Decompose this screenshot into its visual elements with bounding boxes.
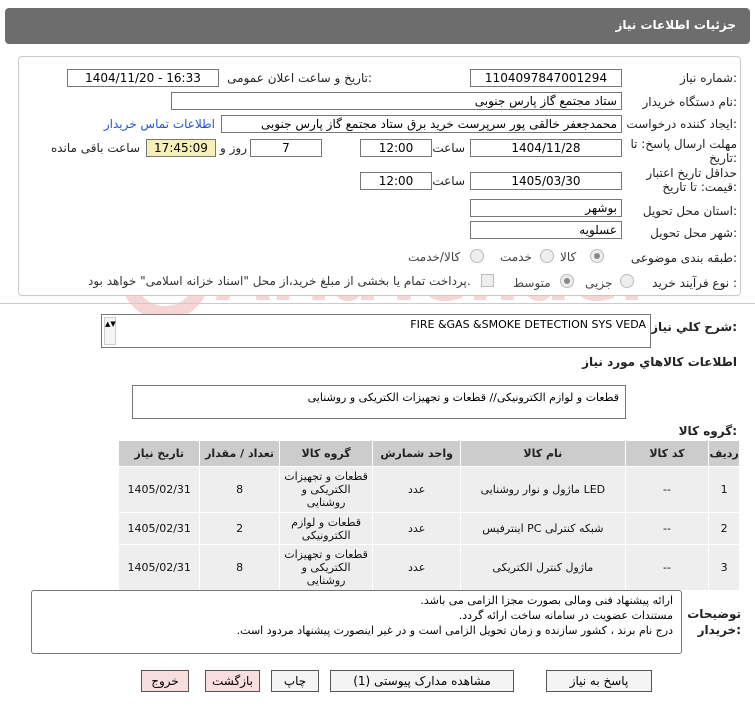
buyer-org-label: نام دستگاه خریدار: xyxy=(642,95,738,109)
notes-label: توضیحات خریدار: xyxy=(687,607,741,637)
cell-date: 1405/02/31 xyxy=(117,512,201,545)
process-radio-minor[interactable] xyxy=(620,274,634,288)
cell-name: ماژول کنترل الکتریکی xyxy=(459,544,626,591)
category-radio-service[interactable] xyxy=(540,249,554,263)
validity-label: حداقل تاریخ اعتبار قیمت: تا تاریخ: xyxy=(646,166,737,194)
cell-unit: عدد xyxy=(372,466,461,513)
category-both-label: کالا/خدمت xyxy=(408,250,461,264)
summary-scroll-icon[interactable]: ▲▼ xyxy=(104,317,116,345)
category-goods-label: کالا xyxy=(560,250,577,264)
section-divider xyxy=(0,303,755,304)
reply-button[interactable]: پاسخ به نیاز xyxy=(546,670,652,692)
cell-group: قطعات و لوازم الکترونیکی xyxy=(278,512,374,545)
cell-index: 3 xyxy=(708,544,740,591)
col-qty: تعداد / مقدار xyxy=(199,440,280,467)
cell-group: قطعات و تجهیزات الکتریکی و روشنایی xyxy=(278,466,374,513)
col-code: کد کالا xyxy=(624,440,710,467)
process-radio-medium[interactable] xyxy=(560,274,574,288)
buyer-org-field: ستاد مجتمع گاز پارس جنوبی xyxy=(171,92,622,110)
contact-buyer-link[interactable]: اطلاعات تماس خریدار xyxy=(104,117,215,131)
announce-label: تاریخ و ساعت اعلان عمومی: xyxy=(227,71,372,85)
cell-qty: 8 xyxy=(199,544,280,591)
deadline-time-field: 12:00 xyxy=(360,139,432,157)
col-group: گروه کالا xyxy=(278,440,374,467)
cell-name: ماژول و نوار روشنایی LED xyxy=(459,466,626,513)
cell-qty: 2 xyxy=(199,512,280,545)
process-label: نوع فرآیند خرید : xyxy=(652,276,737,290)
treasury-checkbox[interactable] xyxy=(481,274,494,287)
notes-line: مستندات عضویت در سامانه ساخت ارائه گردد. xyxy=(458,609,673,622)
cell-name: اینترفیس PC شبکه کنترلی xyxy=(459,512,626,545)
print-button[interactable]: چاپ xyxy=(271,670,319,692)
process-medium-label: متوسط xyxy=(513,276,551,290)
col-date: تاریخ نیاز xyxy=(117,440,201,467)
table-row: 1405/02/31 2 قطعات و لوازم الکترونیکی عد… xyxy=(117,512,740,545)
cell-date: 1405/02/31 xyxy=(117,544,201,591)
cell-code: -- xyxy=(624,466,710,513)
notes-line: درج نام برند ، کشور سازنده و زمان تحویل … xyxy=(236,624,673,637)
need-number-field: 1104097847001294 xyxy=(470,69,622,87)
validity-date-field: 1405/03/30 xyxy=(470,172,622,190)
validity-time-label: ساعت xyxy=(432,174,465,188)
notes-line: ارائه پیشنهاد فنی ومالی بصورت مجزا الزام… xyxy=(420,594,673,607)
creator-label: ایجاد کننده درخواست: xyxy=(626,117,737,131)
summary-field: FIRE &GAS &SMOKE DETECTION SYS VEDA ▲▼ xyxy=(101,314,651,348)
days-field: 7 xyxy=(250,139,322,157)
deadline-time-label: ساعت xyxy=(432,141,465,155)
deadline-date-field: 1404/11/28 xyxy=(470,139,622,157)
remaining-label: ساعت باقی مانده xyxy=(50,141,140,155)
days-label: روز و xyxy=(220,141,247,155)
goods-group-label: گروه کالا: xyxy=(678,424,737,438)
province-label: استان محل تحویل: xyxy=(642,204,737,218)
attachments-button[interactable]: مشاهده مدارک پیوستی (1) xyxy=(330,670,514,692)
goods-section-title: اطلاعات كالاهاي مورد نياز xyxy=(582,355,737,369)
deadline-label: مهلت ارسال پاسخ: تا تاریخ: xyxy=(630,137,737,165)
exit-button[interactable]: خروج xyxy=(141,670,189,692)
col-row: ردیف xyxy=(708,440,740,467)
cell-index: 2 xyxy=(708,512,740,545)
creator-field: محمدجعفر خالقی پور سرپرست خرید برق ستاد … xyxy=(221,115,622,133)
goods-group-field: قطعات و لوازم الکترونیکی// قطعات و تجهیز… xyxy=(132,385,626,419)
cell-qty: 8 xyxy=(199,466,280,513)
col-unit: واحد شمارش xyxy=(372,440,461,467)
announce-field: 1404/11/20 - 16:33 xyxy=(67,69,219,87)
need-number-label: شماره نیاز: xyxy=(679,71,737,85)
cell-date: 1405/02/31 xyxy=(117,466,201,513)
page-title: جزئیات اطلاعات نیاز xyxy=(615,18,736,32)
cell-unit: عدد xyxy=(372,544,461,591)
category-label: طبقه بندی موضوعی: xyxy=(630,251,737,265)
page-header: جزئیات اطلاعات نیاز xyxy=(5,8,750,44)
process-minor-label: جزیی xyxy=(585,276,613,290)
city-label: شهر محل تحویل: xyxy=(650,226,737,240)
goods-group-text: قطعات و لوازم الکترونیکی// قطعات و تجهیز… xyxy=(307,391,619,404)
summary-text: FIRE &GAS &SMOKE DETECTION SYS VEDA xyxy=(410,318,646,331)
notes-field: ارائه پیشنهاد فنی ومالی بصورت مجزا الزام… xyxy=(31,590,682,654)
summary-label: شرح کلي نياز: xyxy=(651,320,737,334)
category-radio-both[interactable] xyxy=(470,249,484,263)
cell-index: 1 xyxy=(708,466,740,513)
cell-code: -- xyxy=(624,544,710,591)
table-header-row: تاریخ نیاز تعداد / مقدار گروه کالا واحد … xyxy=(117,440,740,467)
cell-group: قطعات و تجهیزات الکتریکی و روشنایی xyxy=(278,544,374,591)
back-button[interactable]: بازگشت xyxy=(205,670,260,692)
city-field: عسلویه xyxy=(470,221,622,239)
cell-code: -- xyxy=(624,512,710,545)
treasury-note: پرداخت تمام یا بخشی از مبلغ خرید،از محل … xyxy=(88,274,471,288)
table-row: 1405/02/31 8 قطعات و تجهیزات الکتریکی و … xyxy=(117,466,740,513)
table-row: 1405/02/31 8 قطعات و تجهیزات الکتریکی و … xyxy=(117,544,740,591)
province-field: بوشهر xyxy=(470,199,622,217)
category-service-label: خدمت xyxy=(500,250,532,264)
items-table: تاریخ نیاز تعداد / مقدار گروه کالا واحد … xyxy=(117,440,740,591)
category-radio-goods[interactable] xyxy=(590,249,604,263)
remaining-time-field: 17:45:09 xyxy=(146,139,216,157)
col-name: نام کالا xyxy=(459,440,626,467)
cell-unit: عدد xyxy=(372,512,461,545)
validity-time-field: 12:00 xyxy=(360,172,432,190)
